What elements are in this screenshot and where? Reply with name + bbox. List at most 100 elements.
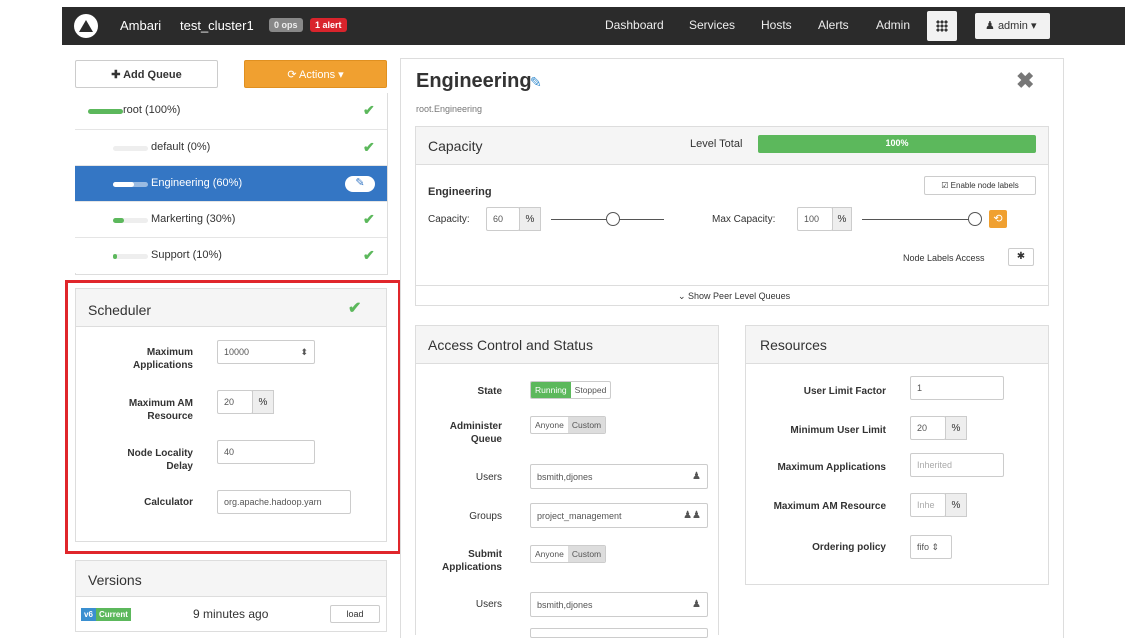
actions-button[interactable]: ⟳ Actions ▾ <box>244 60 387 88</box>
user-limit-factor-label: User Limit Factor <box>803 386 886 397</box>
max-capacity-slider-track[interactable] <box>862 219 975 220</box>
edit-icon[interactable]: ✎ <box>530 74 542 91</box>
calculator-label: Calculator <box>144 497 193 508</box>
groups-value: project_management <box>537 510 622 521</box>
submit-applications-label: Submit Applications <box>441 549 502 573</box>
percent-addon: % <box>832 207 852 231</box>
state-stopped[interactable]: Stopped <box>571 382 611 398</box>
queue-label: root (100%) <box>123 104 181 116</box>
edit-pencil-icon[interactable]: ✎ <box>345 176 375 192</box>
queue-path: root.Engineering <box>416 104 483 114</box>
close-icon[interactable]: ✖ <box>1016 68 1034 94</box>
queue-bar-fill <box>113 254 117 259</box>
version-tag: v6 <box>81 608 96 621</box>
submit-users-input[interactable]: bsmith,djones ♟ <box>530 592 708 617</box>
ops-badge[interactable]: 0 ops <box>269 18 303 32</box>
capacity-label: Capacity: <box>428 214 470 225</box>
level-total-bar: 100% <box>758 135 1036 153</box>
users-list-icon: ♟ <box>692 471 701 482</box>
brand-name[interactable]: Ambari <box>120 18 161 33</box>
undo-icon[interactable]: ⟲ <box>989 210 1007 228</box>
state-running[interactable]: Running <box>531 382 571 398</box>
max-capacity-input[interactable]: 100 <box>797 207 833 231</box>
max-apps-input[interactable]: 10000 ⬍ <box>217 340 315 364</box>
views-grid-button[interactable] <box>927 11 957 41</box>
users-input[interactable]: bsmith,djones ♟ <box>530 464 708 489</box>
max-capacity-slider-handle[interactable] <box>968 212 982 226</box>
queue-label: Engineering (60%) <box>151 177 243 189</box>
load-button[interactable]: load <box>330 605 380 623</box>
level-total-text: 100% <box>885 138 909 148</box>
max-apps-value: 10000 <box>224 347 250 357</box>
queue-row-default[interactable]: default (0%) ✔ <box>75 129 387 165</box>
capacity-input[interactable]: 60 <box>486 207 520 231</box>
ambari-logo-icon[interactable] <box>74 14 98 38</box>
user-limit-factor-input[interactable]: 1 <box>910 376 1004 400</box>
resources-title: Resources <box>760 337 827 353</box>
queue-row-support[interactable]: Support (10%) ✔ <box>75 237 387 273</box>
admin-anyone[interactable]: Anyone <box>531 417 568 433</box>
add-queue-button[interactable]: ✚ Add Queue <box>75 60 218 88</box>
minimum-user-limit-label: Minimum User Limit <box>790 425 886 436</box>
groups-input[interactable]: project_management ♟♟ <box>530 503 708 528</box>
groups-label: Groups <box>469 511 502 522</box>
max-capacity-label: Max Capacity: <box>712 214 776 225</box>
spinner-icon[interactable]: ⬍ <box>300 347 308 358</box>
divider <box>415 285 1049 286</box>
submit-toggle[interactable]: Anyone Custom <box>530 545 607 563</box>
versions-title: Versions <box>88 572 142 588</box>
node-locality-label: Node Locality Delay <box>127 448 193 472</box>
user-menu-button[interactable]: ♟ admin ▾ <box>975 13 1050 39</box>
grid-icon <box>936 20 948 32</box>
nav-hosts[interactable]: Hosts <box>761 18 792 32</box>
nav-alerts[interactable]: Alerts <box>818 18 849 32</box>
user-icon: ♟ <box>985 20 995 32</box>
minimum-user-limit-input[interactable]: 20 <box>910 416 946 440</box>
submit-groups-input[interactable] <box>530 628 708 638</box>
administer-toggle[interactable]: Anyone Custom <box>530 416 607 434</box>
node-labels-access-label: Node Labels Access <box>903 253 985 263</box>
percent-addon: % <box>945 493 967 517</box>
max-apps-label: Maximum Applications <box>132 347 193 371</box>
resources-max-apps-input[interactable]: Inherited <box>910 453 1004 477</box>
check-icon: ✔ <box>363 102 375 118</box>
group-icon: ♟♟ <box>683 510 701 521</box>
nav-services[interactable]: Services <box>689 18 735 32</box>
queue-label: default (0%) <box>151 141 211 153</box>
users-value: bsmith,djones <box>537 471 593 482</box>
alert-badge[interactable]: 1 alert <box>310 18 347 32</box>
nav-admin[interactable]: Admin <box>876 18 910 32</box>
check-icon: ✔ <box>348 300 362 317</box>
queue-label: Markerting (30%) <box>151 213 236 225</box>
nav-dashboard[interactable]: Dashboard <box>605 18 664 32</box>
user-menu-label: admin ▾ <box>997 20 1037 32</box>
cluster-name[interactable]: test_cluster1 <box>180 18 254 33</box>
show-peer-queues-link[interactable]: ⌄ Show Peer Level Queues <box>678 291 790 302</box>
resources-max-am-input[interactable]: Inhe <box>910 493 946 517</box>
node-locality-input[interactable]: 40 <box>217 440 315 464</box>
queue-row-root[interactable]: root (100%) ✔ <box>75 93 387 129</box>
asterisk-icon[interactable]: ✱ <box>1008 248 1034 266</box>
submit-anyone[interactable]: Anyone <box>531 546 568 562</box>
state-label: State <box>477 386 502 397</box>
users-label: Users <box>475 472 502 483</box>
queue-row-marketing[interactable]: Markerting (30%) ✔ <box>75 201 387 237</box>
current-badge: Current <box>96 608 131 621</box>
user-icon: ♟ <box>692 599 701 610</box>
capacity-queue-name: Engineering <box>428 186 492 198</box>
submit-users-value: bsmith,djones <box>537 599 593 610</box>
queue-row-engineering[interactable]: Engineering (60%) ✎ <box>75 165 387 201</box>
scheduler-title: Scheduler <box>88 302 152 318</box>
ordering-policy-label: Ordering policy <box>812 542 886 553</box>
resources-max-am-label: Maximum AM Resource <box>773 501 886 512</box>
state-toggle[interactable]: Running Stopped <box>530 381 612 399</box>
calculator-input[interactable]: org.apache.hadoop.yarn <box>217 490 351 514</box>
percent-addon: % <box>252 390 274 414</box>
queue-label: Support (10%) <box>151 249 222 261</box>
max-am-input[interactable]: 20 <box>217 390 253 414</box>
submit-custom[interactable]: Custom <box>567 546 606 562</box>
ordering-policy-select[interactable]: fifo ⇕ <box>910 535 952 559</box>
admin-custom[interactable]: Custom <box>567 417 606 433</box>
enable-node-labels-button[interactable]: ☑ Enable node labels <box>924 176 1036 195</box>
check-icon: ✔ <box>363 247 375 263</box>
